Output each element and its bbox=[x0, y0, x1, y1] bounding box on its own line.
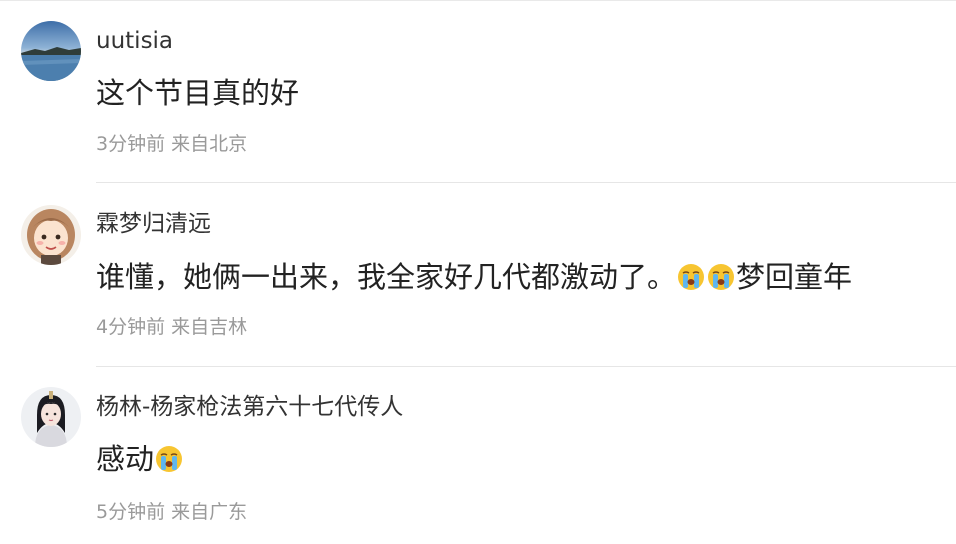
avatar[interactable] bbox=[21, 205, 81, 265]
crying-emoji-icon bbox=[677, 263, 705, 291]
comment-text: 谁懂，她俩一出来，我全家好几代都激动了。 bbox=[96, 260, 677, 294]
username[interactable]: 杨林-杨家枪法第六十七代传人 bbox=[96, 392, 403, 422]
comment-meta: 4分钟前 来自吉林 bbox=[96, 314, 247, 340]
comment-item: 杨林-杨家枪法第六十七代传人 感动 5分钟前 来自广东 bbox=[0, 368, 956, 544]
comment-time: 4分钟前 bbox=[96, 316, 166, 338]
comment-item: 霖梦归清远 谁懂，她俩一出来，我全家好几代都激动了。 梦回童年 4分钟前 来自吉… bbox=[0, 184, 956, 368]
comment-time: 3分钟前 bbox=[96, 133, 166, 155]
comment-location: 来自吉林 bbox=[171, 316, 248, 338]
comment-divider bbox=[96, 366, 956, 367]
comment-meta: 5分钟前 来自广东 bbox=[96, 499, 247, 525]
comment-location: 来自广东 bbox=[171, 501, 248, 523]
comment-text: 感动 bbox=[96, 442, 155, 476]
cartoon-girl-avatar-image bbox=[21, 205, 81, 265]
username[interactable]: 霖梦归清远 bbox=[96, 209, 211, 239]
avatar[interactable] bbox=[21, 21, 81, 81]
avatar[interactable] bbox=[21, 387, 81, 447]
comment-content: 这个节目真的好 bbox=[96, 73, 299, 113]
crying-emoji-icon bbox=[707, 263, 735, 291]
portrait-avatar-image bbox=[21, 387, 81, 447]
comment-divider bbox=[96, 182, 956, 183]
comment-text: 这个节目真的好 bbox=[96, 76, 300, 110]
comment-text-tail: 梦回童年 bbox=[736, 260, 853, 294]
comment-list: uutisia 这个节目真的好 3分钟前 来自北京 霖梦归清远 谁懂，她俩一出来… bbox=[0, 0, 956, 544]
crying-emoji-icon bbox=[155, 445, 183, 473]
comment-content: 谁懂，她俩一出来，我全家好几代都激动了。 梦回童年 bbox=[96, 257, 852, 297]
comment-location: 来自北京 bbox=[171, 133, 248, 155]
username[interactable]: uutisia bbox=[96, 26, 173, 56]
landscape-avatar-image bbox=[21, 21, 81, 81]
comment-time: 5分钟前 bbox=[96, 501, 166, 523]
comment-content: 感动 bbox=[96, 439, 184, 479]
comment-meta: 3分钟前 来自北京 bbox=[96, 131, 247, 157]
comment-item: uutisia 这个节目真的好 3分钟前 来自北京 bbox=[0, 0, 956, 184]
